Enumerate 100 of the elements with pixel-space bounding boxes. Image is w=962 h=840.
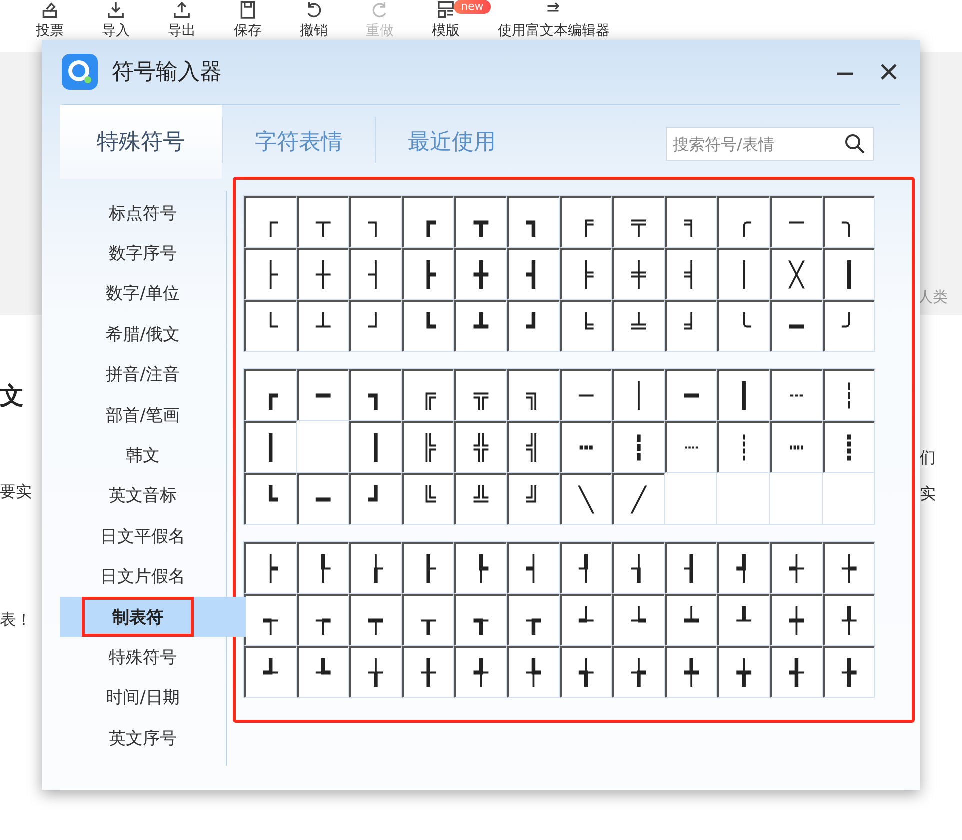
symbol-cell[interactable]: ┛: [506, 300, 560, 352]
symbol-cell[interactable]: ╲: [560, 473, 612, 525]
symbol-cell[interactable]: ╃: [454, 646, 507, 698]
symbol-cell[interactable]: ╊: [822, 646, 876, 698]
symbol-cell[interactable]: ╁: [349, 646, 402, 698]
symbol-cell[interactable]: ┞: [296, 542, 350, 594]
symbol-cell[interactable]: ┠: [402, 542, 454, 594]
symbol-cell[interactable]: ┝: [244, 542, 297, 594]
symbol-cell[interactable]: ╗: [506, 369, 560, 421]
symbol-cell[interactable]: ┋: [822, 421, 876, 473]
symbol-cell[interactable]: ─: [560, 369, 612, 421]
symbol-cell[interactable]: ╇: [664, 646, 718, 698]
symbol-cell[interactable]: ╭: [717, 196, 770, 248]
symbol-cell[interactable]: ╛: [664, 300, 718, 352]
symbol-cell[interactable]: ┈: [664, 421, 718, 473]
tab[interactable]: 特殊符号: [60, 105, 222, 179]
symbol-cell[interactable]: │: [612, 369, 665, 421]
symbol-cell[interactable]: ┯: [349, 594, 402, 646]
category-item[interactable]: 英文音标: [60, 476, 226, 516]
symbol-cell[interactable]: ┗: [402, 300, 454, 352]
toolbar-button-label[interactable]: 导入: [102, 23, 130, 39]
symbol-cell[interactable]: ┗: [244, 473, 297, 525]
symbol-cell[interactable]: ━: [296, 369, 350, 421]
symbol-cell[interactable]: ┃: [822, 248, 876, 300]
symbol-cell[interactable]: ┨: [664, 542, 718, 594]
symbol-cell[interactable]: ┧: [612, 542, 665, 594]
symbol-cell[interactable]: ┓: [349, 369, 402, 421]
symbol-cell[interactable]: ━: [296, 473, 350, 525]
symbol-cell[interactable]: ╞: [560, 248, 612, 300]
category-item[interactable]: 拼音/注音: [60, 354, 226, 395]
symbol-cell[interactable]: ╘: [560, 300, 612, 352]
symbol-cell[interactable]: ┦: [560, 542, 612, 594]
toolbar-button-label[interactable]: 导出: [168, 23, 196, 39]
symbol-cell[interactable]: ┊: [717, 421, 770, 473]
category-item[interactable]: 日文平假名: [60, 516, 226, 557]
symbol-cell[interactable]: ╮: [822, 196, 876, 248]
search-icon[interactable]: [844, 133, 866, 155]
category-item[interactable]: 时间/日期: [60, 678, 226, 718]
symbol-cell[interactable]: ┳: [454, 196, 507, 248]
symbol-cell[interactable]: ╕: [664, 196, 718, 248]
symbol-cell[interactable]: ╂: [402, 646, 454, 698]
symbol-cell[interactable]: ╒: [560, 196, 612, 248]
symbol-cell[interactable]: ┡: [454, 542, 507, 594]
category-item[interactable]: 特殊符号: [60, 637, 226, 678]
symbol-cell[interactable]: ┷: [664, 594, 718, 646]
category-item[interactable]: 希腊/俄文: [60, 314, 226, 355]
category-item[interactable]: 英文序号: [60, 718, 226, 758]
symbol-cell[interactable]: ┴: [296, 300, 350, 352]
category-item[interactable]: 标点符号: [60, 193, 226, 234]
toolbar-button-label[interactable]: 保存: [234, 23, 262, 39]
symbol-cell[interactable]: ┶: [612, 594, 665, 646]
symbol-cell[interactable]: ┃: [244, 421, 297, 473]
symbol-cell[interactable]: ┅: [560, 421, 612, 473]
symbol-cell[interactable]: ┛: [349, 473, 402, 525]
toolbar-button-label[interactable]: 投票: [36, 23, 64, 39]
symbol-cell[interactable]: ┿: [770, 594, 823, 646]
symbol-cell[interactable]: ╋: [454, 248, 507, 300]
symbol-cell[interactable]: ┽: [770, 542, 823, 594]
symbol-cell[interactable]: ╩: [454, 473, 507, 525]
symbol-cell[interactable]: ╈: [717, 646, 770, 698]
symbol-cell[interactable]: │: [717, 248, 770, 300]
symbol-cell[interactable]: ╤: [612, 196, 665, 248]
symbol-cell[interactable]: ╉: [770, 646, 823, 698]
toolbar-button-label[interactable]: 撤销: [300, 23, 328, 39]
symbol-cell[interactable]: ┻: [454, 300, 507, 352]
search-field[interactable]: 搜索符号/表情: [666, 127, 874, 161]
symbol-cell[interactable]: ┮: [296, 594, 350, 646]
symbol-cell[interactable]: ╅: [560, 646, 612, 698]
symbol-cell[interactable]: ┉: [770, 421, 823, 473]
category-item[interactable]: 日文片假名: [60, 556, 226, 597]
symbol-cell[interactable]: ┰: [402, 594, 454, 646]
symbol-cell[interactable]: ┹: [244, 646, 297, 698]
symbol-cell[interactable]: ┵: [560, 594, 612, 646]
symbol-cell[interactable]: ╄: [506, 646, 560, 698]
symbol-cell[interactable]: ┼: [296, 248, 350, 300]
category-item[interactable]: 部首/笔画: [60, 394, 226, 436]
symbol-cell[interactable]: ╰: [717, 300, 770, 352]
symbol-cell[interactable]: ┸: [717, 594, 770, 646]
symbol-cell[interactable]: ╠: [402, 421, 454, 473]
symbol-cell[interactable]: ┾: [822, 542, 876, 594]
symbol-cell[interactable]: ┇: [612, 421, 665, 473]
symbol-cell[interactable]: ┘: [349, 300, 402, 352]
symbol-cell[interactable]: ╧: [612, 300, 665, 352]
symbol-cell[interactable]: ╱: [612, 473, 665, 525]
symbol-cell[interactable]: ┱: [454, 594, 507, 646]
category-item[interactable]: 制表符: [82, 596, 194, 638]
toolbar-button-label[interactable]: 使用富文本编辑器: [498, 23, 610, 39]
symbol-cell[interactable]: ━: [664, 369, 718, 421]
symbol-cell[interactable]: ━: [770, 300, 823, 352]
symbol-cell[interactable]: ┣: [402, 248, 454, 300]
toolbar-button-label[interactable]: 模版: [432, 23, 460, 39]
symbol-cell[interactable]: ┏: [402, 196, 454, 248]
symbol-cell[interactable]: ┃: [717, 369, 770, 421]
symbol-cell[interactable]: ╝: [506, 473, 560, 525]
category-item[interactable]: 数字/单位: [60, 274, 226, 314]
symbol-cell[interactable]: ╬: [454, 421, 507, 473]
symbol-cell[interactable]: ╦: [454, 369, 507, 421]
symbol-cell[interactable]: ┐: [349, 196, 402, 248]
symbol-cell[interactable]: ┺: [296, 646, 350, 698]
symbol-cell[interactable]: ┩: [717, 542, 770, 594]
